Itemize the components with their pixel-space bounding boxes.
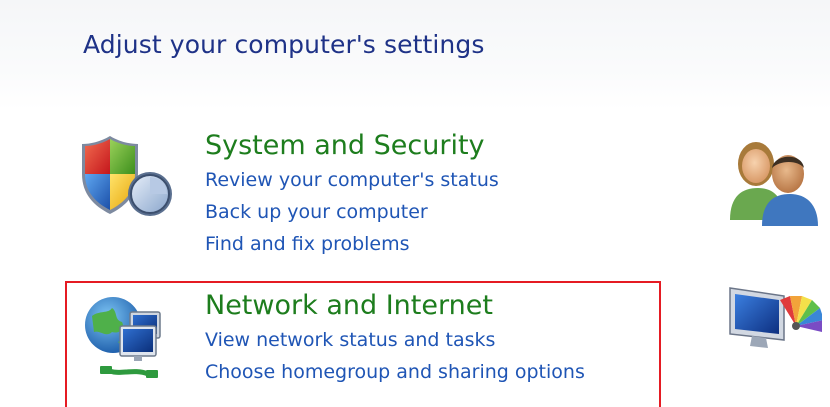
category-title-system-and-security[interactable]: System and Security bbox=[205, 128, 499, 164]
appearance-icon[interactable] bbox=[726, 282, 822, 354]
network-globe-icon[interactable] bbox=[78, 290, 178, 390]
link-view-network-status[interactable]: View network status and tasks bbox=[205, 324, 585, 356]
control-panel-page: Adjust your computer's settings System a… bbox=[0, 0, 830, 407]
shield-icon[interactable] bbox=[80, 134, 180, 224]
link-choose-homegroup-sharing[interactable]: Choose homegroup and sharing options bbox=[205, 356, 585, 388]
link-review-computer-status[interactable]: Review your computer's status bbox=[205, 164, 499, 196]
user-accounts-icon[interactable] bbox=[724, 134, 820, 226]
category-title-network-and-internet[interactable]: Network and Internet bbox=[205, 288, 585, 324]
category-system-and-security: System and Security Review your computer… bbox=[205, 128, 499, 260]
link-find-and-fix-problems[interactable]: Find and fix problems bbox=[205, 228, 499, 260]
link-back-up-computer[interactable]: Back up your computer bbox=[205, 196, 499, 228]
page-title: Adjust your computer's settings bbox=[83, 30, 485, 59]
category-network-and-internet: Network and Internet View network status… bbox=[205, 288, 585, 388]
